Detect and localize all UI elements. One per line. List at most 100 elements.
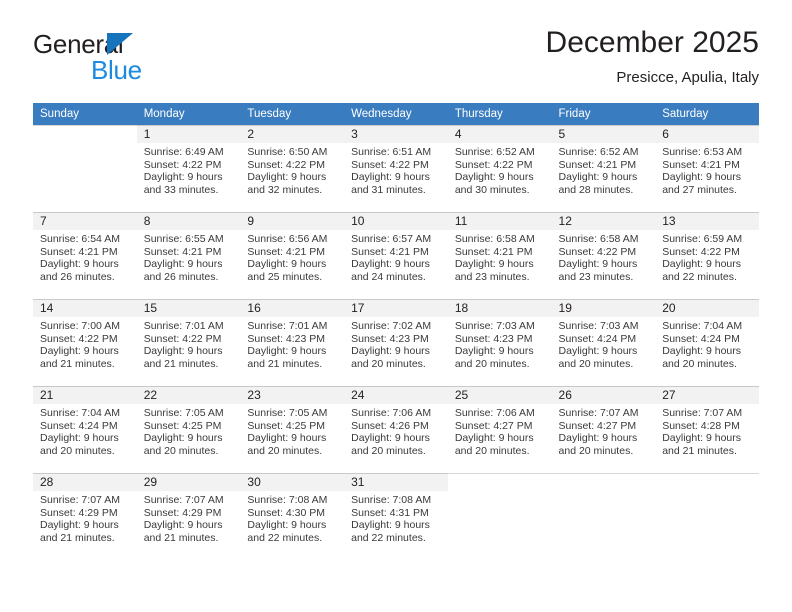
day-info-sunrise: Sunrise: 7:02 AM (351, 320, 432, 332)
day-cell[interactable]: 25 Sunrise: 7:06 AM Sunset: 4:27 PM Dayligh… (447, 386, 552, 473)
day-info-daylight1: Daylight: 9 hours (143, 258, 223, 271)
day-info-daylight2: and 24 minutes. (351, 270, 426, 283)
day-info-daylight1: Daylight: 9 hours (143, 432, 223, 445)
day-info-sunrise: Sunrise: 7:04 AM (40, 407, 120, 419)
day-cell[interactable]: 16 Sunrise: 7:01 AM Sunset: 4:23 PM Dayligh… (240, 299, 345, 386)
calendar-week-row: 7 Sunrise: 6:54 AM Sunset: 4:21 PM Daylight… (33, 212, 759, 299)
day-cell[interactable]: 14 Sunrise: 7:00 AM Sunset: 4:22 PM Dayligh… (33, 299, 137, 386)
day-info-sunset: Sunset: 4:24 PM (662, 332, 740, 345)
day-info-sunrise: Sunrise: 6:51 AM (351, 146, 432, 158)
day-info-daylight1: Daylight: 9 hours (351, 432, 430, 445)
day-info-sunrise: Sunrise: 7:07 AM (558, 407, 639, 419)
day-cell[interactable]: 6 Sunrise: 6:53 AM Sunset: 4:21 PM Daylight… (655, 125, 759, 212)
day-number: 11 (447, 213, 552, 230)
day-info-daylight1: Daylight: 9 hours (454, 345, 534, 358)
day-cell[interactable]: 7 Sunrise: 6:54 AM Sunset: 4:21 PM Daylight… (33, 212, 137, 299)
day-number: 7 (33, 213, 137, 230)
day-cell[interactable]: 13 Sunrise: 6:59 AM Sunset: 4:22 PM Dayligh… (655, 212, 759, 299)
calendar-week-row: 1 Sunrise: 6:49 AM Sunset: 4:22 PM Daylight… (33, 125, 759, 212)
day-info-daylight2: and 27 minutes. (662, 183, 737, 196)
day-cell[interactable]: 19 Sunrise: 7:03 AM Sunset: 4:24 PM Dayligh… (551, 299, 656, 386)
day-cell[interactable]: 5 Sunrise: 6:52 AM Sunset: 4:21 PM Daylight… (551, 125, 656, 212)
day-cell[interactable]: 9 Sunrise: 6:56 AM Sunset: 4:21 PM Daylight… (240, 212, 345, 299)
day-info-daylight2: and 20 minutes. (454, 357, 530, 370)
day-info-sunset: Sunset: 4:23 PM (454, 332, 533, 345)
day-cell[interactable]: 30 Sunrise: 7:08 AM Sunset: 4:30 PM Dayligh… (240, 473, 345, 560)
weekday-header-thursday: Thursday (447, 103, 552, 125)
day-cell[interactable]: 12 Sunrise: 6:58 AM Sunset: 4:22 PM Dayligh… (551, 212, 656, 299)
day-info: Sunrise: 6:57 AM Sunset: 4:21 PM Daylight:… (344, 230, 448, 283)
day-info-daylight1: Daylight: 9 hours (662, 171, 742, 184)
day-cell[interactable]: 23 Sunrise: 7:05 AM Sunset: 4:25 PM Dayligh… (240, 386, 345, 473)
day-info-sunrise: Sunrise: 7:06 AM (351, 407, 432, 419)
day-info-sunrise: Sunrise: 6:50 AM (247, 146, 328, 158)
day-info-sunrise: Sunrise: 6:52 AM (558, 146, 639, 158)
day-info-daylight1: Daylight: 9 hours (247, 519, 327, 532)
day-cell[interactable]: 27 Sunrise: 7:07 AM Sunset: 4:28 PM Dayligh… (655, 386, 759, 473)
day-cell[interactable]: 15 Sunrise: 7:01 AM Sunset: 4:22 PM Dayligh… (136, 299, 241, 386)
day-info-daylight2: and 23 minutes. (558, 270, 634, 283)
day-info-daylight2: and 20 minutes. (558, 444, 634, 457)
day-info-sunset: Sunset: 4:22 PM (558, 245, 637, 258)
title-block: December 2025 Presicce, Apulia, Italy (546, 25, 759, 89)
weekday-header-sunday: Sunday (33, 103, 137, 125)
day-info-daylight2: and 33 minutes. (143, 183, 219, 196)
day-cell[interactable]: 10 Sunrise: 6:57 AM Sunset: 4:21 PM Dayligh… (344, 212, 448, 299)
day-info-daylight1: Daylight: 9 hours (454, 258, 534, 271)
day-number: 26 (551, 387, 656, 404)
general-blue-logo[interactable]: General Blue (33, 30, 233, 90)
day-info-sunrise: Sunrise: 6:49 AM (143, 146, 224, 158)
day-info-sunrise: Sunrise: 6:52 AM (454, 146, 535, 158)
day-cell[interactable]: 26 Sunrise: 7:07 AM Sunset: 4:27 PM Dayligh… (551, 386, 656, 473)
day-cell[interactable]: 31 Sunrise: 7:08 AM Sunset: 4:31 PM Dayligh… (344, 473, 448, 560)
day-info-daylight1: Daylight: 9 hours (558, 345, 638, 358)
day-cell[interactable]: 17 Sunrise: 7:02 AM Sunset: 4:23 PM Dayligh… (344, 299, 448, 386)
day-number: 23 (240, 387, 345, 404)
day-info-daylight2: and 20 minutes. (662, 357, 737, 370)
day-info: Sunrise: 7:07 AM Sunset: 4:29 PM Daylight:… (33, 491, 137, 544)
day-info-sunset: Sunset: 4:31 PM (351, 506, 429, 519)
day-number: 31 (344, 474, 448, 491)
day-info: Sunrise: 7:08 AM Sunset: 4:31 PM Daylight:… (344, 491, 448, 544)
day-info-sunset: Sunset: 4:21 PM (247, 245, 326, 258)
day-info-daylight1: Daylight: 9 hours (247, 258, 327, 271)
day-info-daylight2: and 22 minutes. (247, 531, 323, 544)
day-info-sunset: Sunset: 4:22 PM (143, 332, 222, 345)
day-cell[interactable]: 8 Sunrise: 6:55 AM Sunset: 4:21 PM Daylight… (136, 212, 241, 299)
day-cell[interactable]: 3 Sunrise: 6:51 AM Sunset: 4:22 PM Daylight… (344, 125, 448, 212)
day-info-sunset: Sunset: 4:22 PM (143, 158, 222, 171)
day-info-daylight2: and 20 minutes. (558, 357, 634, 370)
day-cell[interactable]: 1 Sunrise: 6:49 AM Sunset: 4:22 PM Daylight… (136, 125, 241, 212)
day-info-daylight2: and 21 minutes. (143, 531, 219, 544)
day-info-sunset: Sunset: 4:23 PM (351, 332, 429, 345)
day-info-daylight2: and 21 minutes. (40, 357, 115, 370)
calendar-header-row: Sunday Monday Tuesday Wednesday Thursday Frid… (33, 103, 759, 125)
day-info-sunrise: Sunrise: 7:01 AM (143, 320, 224, 332)
day-number: 12 (551, 213, 656, 230)
day-number (448, 474, 552, 491)
day-info-daylight2: and 22 minutes. (662, 270, 737, 283)
day-info-daylight1: Daylight: 9 hours (558, 432, 638, 445)
day-number: 18 (447, 300, 552, 317)
day-cell[interactable]: 4 Sunrise: 6:52 AM Sunset: 4:22 PM Daylight… (447, 125, 552, 212)
day-cell[interactable]: 18 Sunrise: 7:03 AM Sunset: 4:23 PM Dayligh… (447, 299, 552, 386)
day-cell[interactable]: 29 Sunrise: 7:07 AM Sunset: 4:29 PM Dayligh… (136, 473, 241, 560)
day-info-daylight2: and 20 minutes. (351, 444, 426, 457)
day-cell[interactable]: 11 Sunrise: 6:58 AM Sunset: 4:21 PM Dayligh… (447, 212, 552, 299)
day-cell[interactable]: 20 Sunrise: 7:04 AM Sunset: 4:24 PM Dayligh… (655, 299, 759, 386)
day-cell[interactable]: 28 Sunrise: 7:07 AM Sunset: 4:29 PM Dayligh… (33, 473, 137, 560)
day-number (552, 474, 656, 491)
weekday-header-tuesday: Tuesday (240, 103, 345, 125)
day-cell[interactable]: 22 Sunrise: 7:05 AM Sunset: 4:25 PM Dayligh… (136, 386, 241, 473)
day-number: 2 (240, 126, 345, 143)
day-info-daylight1: Daylight: 9 hours (351, 345, 430, 358)
page-subtitle: Presicce, Apulia, Italy (616, 69, 759, 86)
day-cell[interactable]: 21 Sunrise: 7:04 AM Sunset: 4:24 PM Dayligh… (33, 386, 137, 473)
day-cell[interactable]: 2 Sunrise: 6:50 AM Sunset: 4:22 PM Daylight… (240, 125, 345, 212)
day-number: 20 (655, 300, 759, 317)
day-info: Sunrise: 7:04 AM Sunset: 4:24 PM Daylight:… (33, 404, 137, 457)
day-info-sunset: Sunset: 4:22 PM (40, 332, 118, 345)
day-info-daylight1: Daylight: 9 hours (351, 519, 430, 532)
day-cell[interactable]: 24 Sunrise: 7:06 AM Sunset: 4:26 PM Dayligh… (344, 386, 448, 473)
day-info-daylight1: Daylight: 9 hours (351, 171, 430, 184)
